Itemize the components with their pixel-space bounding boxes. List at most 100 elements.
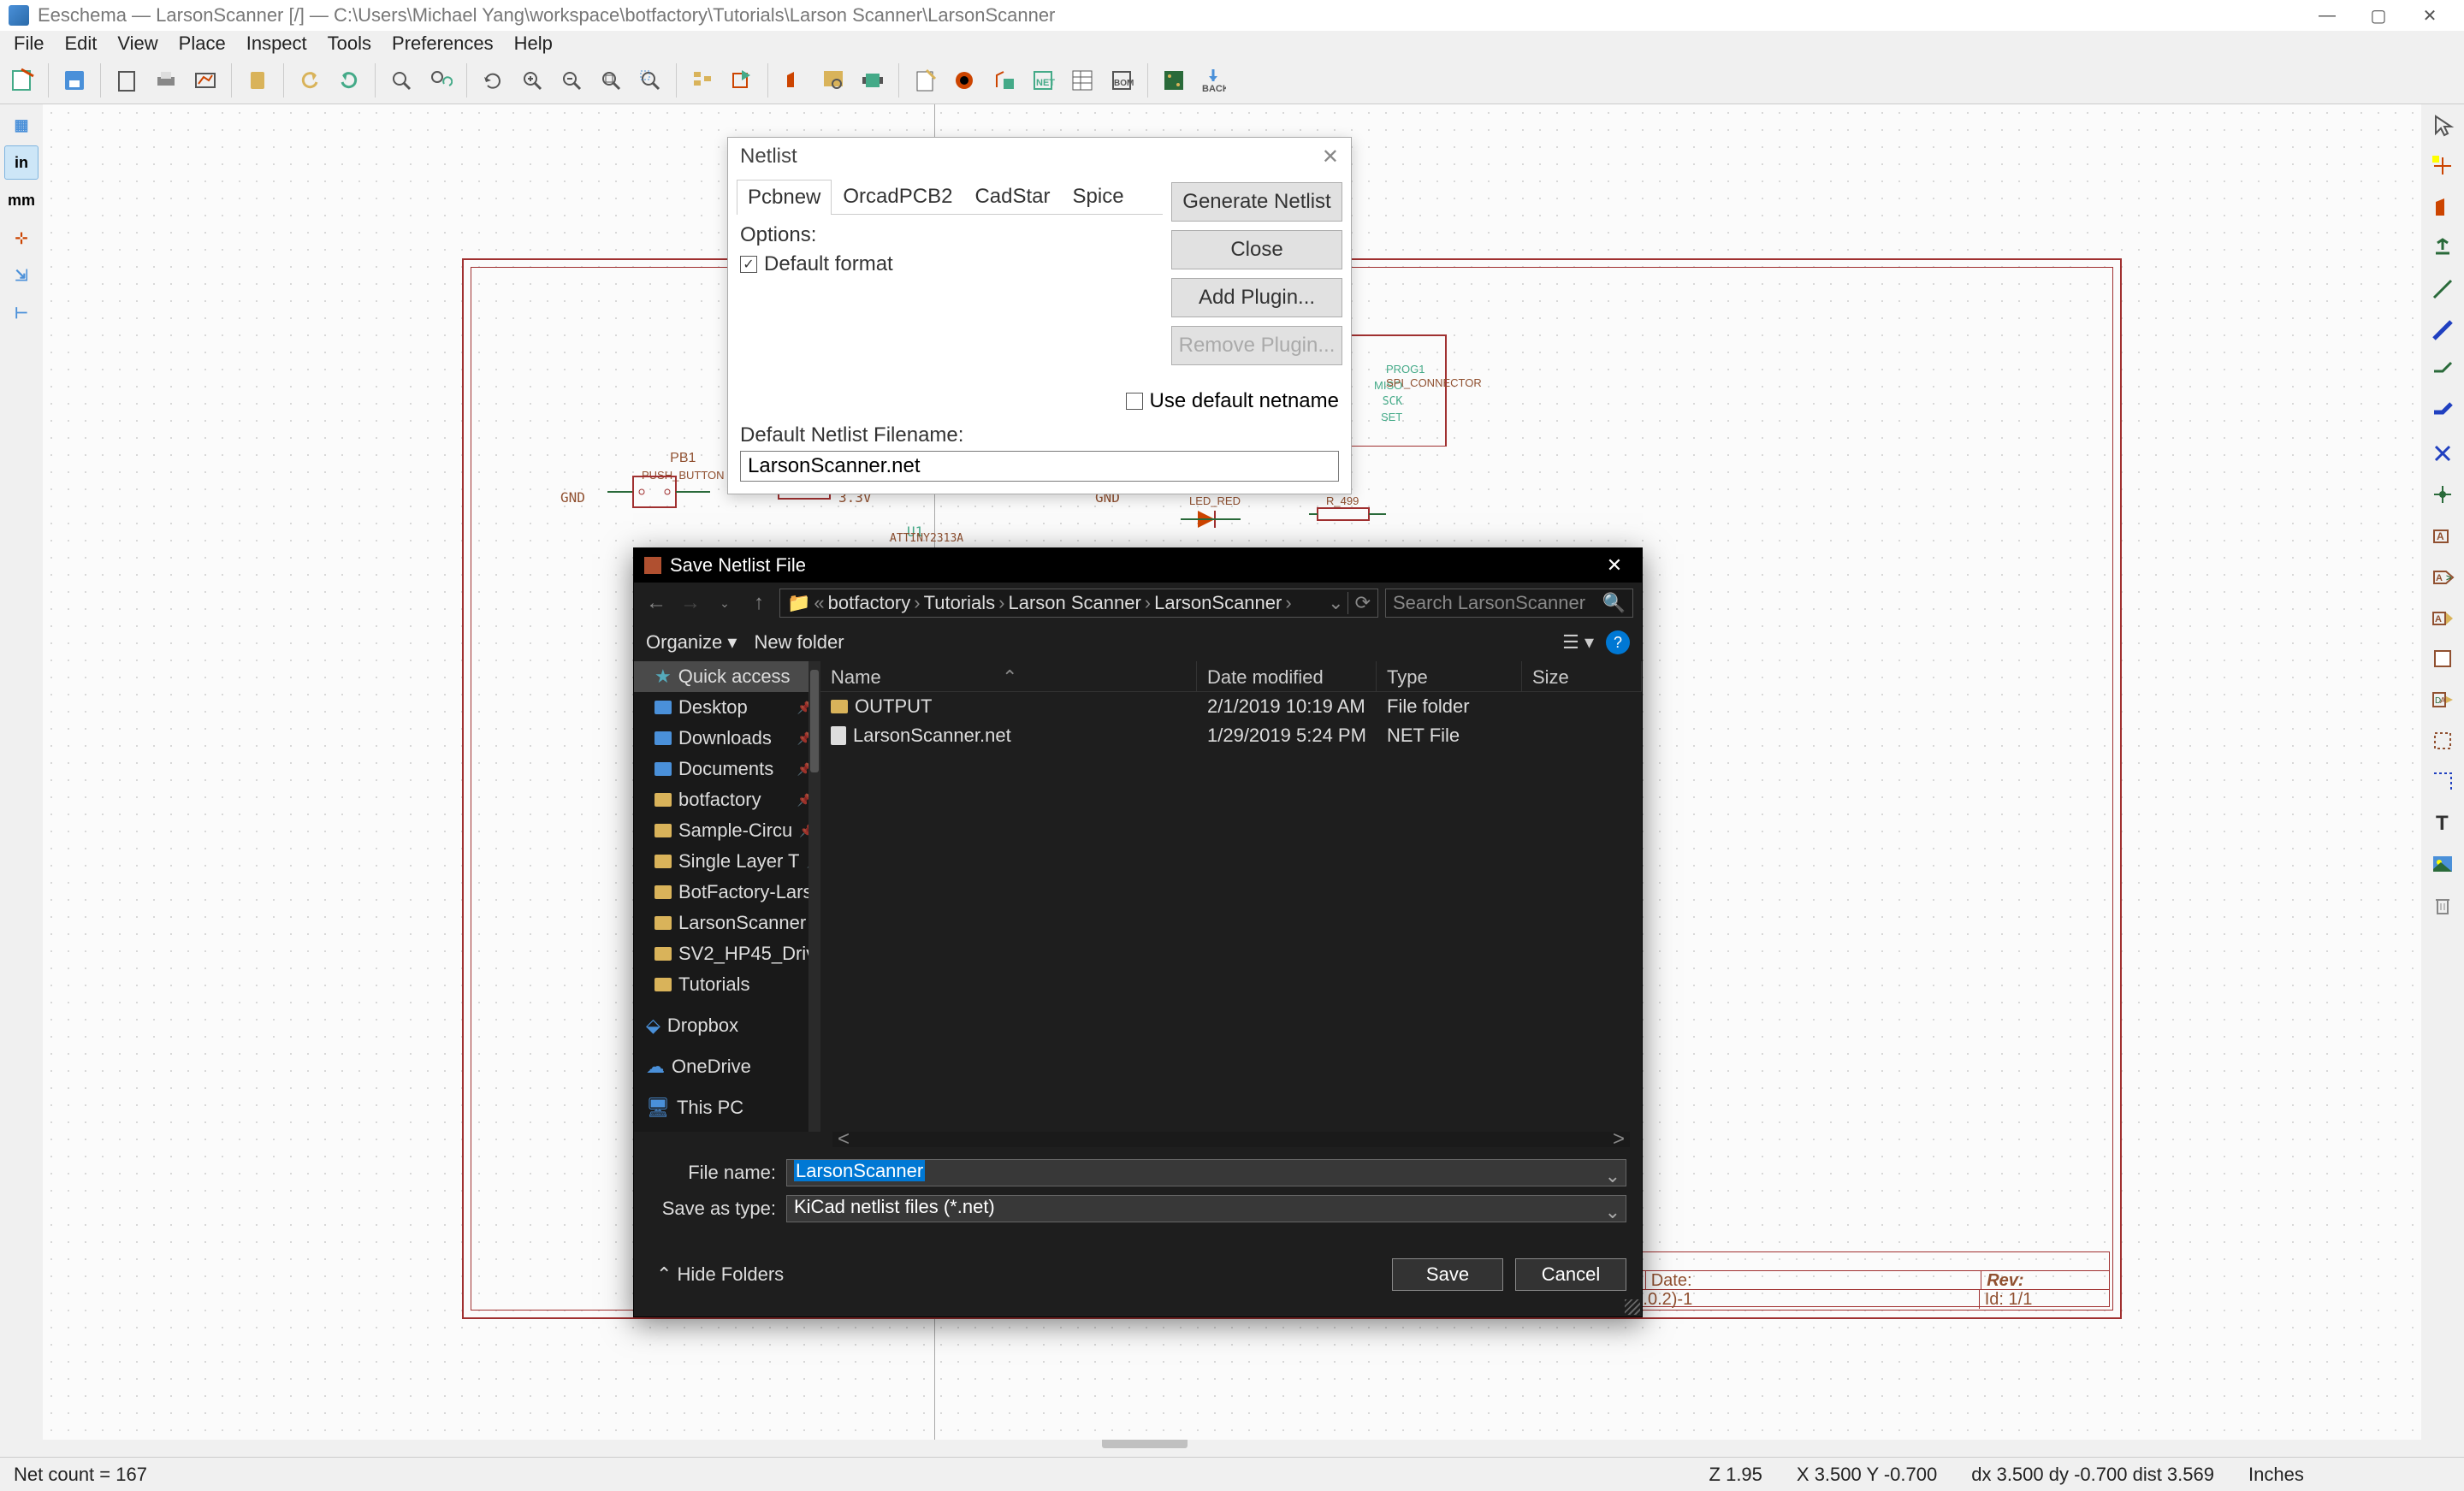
organize-menu[interactable]: Organize ▾ (646, 631, 737, 654)
redo-icon[interactable] (332, 63, 366, 98)
find-replace-icon[interactable] (424, 63, 458, 98)
zoom-out-icon[interactable] (554, 63, 589, 98)
footprint-editor-icon[interactable] (856, 63, 890, 98)
assign-footprints-icon[interactable] (986, 63, 1021, 98)
col-size[interactable]: Size (1522, 661, 1642, 691)
tree-thispc[interactable]: 🖥This PC (634, 1092, 820, 1123)
symbol-fields-icon[interactable] (1065, 63, 1099, 98)
refresh-icon[interactable]: ⟳ (1348, 592, 1371, 614)
place-junction-icon[interactable] (2426, 477, 2460, 512)
import-footprints-icon[interactable]: BACK (1196, 63, 1230, 98)
menu-edit[interactable]: Edit (54, 29, 107, 58)
place-bus-to-bus-icon[interactable] (2426, 395, 2460, 429)
default-format-checkbox[interactable]: ✓ (740, 256, 757, 273)
tab-orcad[interactable]: OrcadPCB2 (832, 179, 963, 214)
menu-view[interactable]: View (107, 29, 168, 58)
tree-botfactory[interactable]: botfactory (634, 784, 820, 815)
nav-back-icon[interactable]: ← (643, 589, 670, 617)
erc-icon[interactable] (947, 63, 981, 98)
window-close-button[interactable]: ✕ (2404, 0, 2455, 31)
menu-tools[interactable]: Tools (317, 29, 382, 58)
tree-dropbox[interactable]: ⬙Dropbox (634, 1010, 820, 1041)
tree-larsonscanner[interactable]: LarsonScanner (634, 908, 820, 938)
place-noconnect-icon[interactable] (2426, 436, 2460, 470)
folder-tree[interactable]: ★Quick access Desktop Downloads Document… (634, 661, 820, 1132)
place-power-icon[interactable] (2426, 231, 2460, 265)
save-button[interactable]: Save (1392, 1258, 1503, 1291)
delete-tool-icon[interactable] (2426, 888, 2460, 922)
grid-toggle-icon[interactable]: ▦ (4, 108, 38, 142)
search-input[interactable]: Search LarsonScanner 🔍 (1385, 589, 1633, 618)
tab-spice[interactable]: Spice (1062, 179, 1135, 214)
new-schematic-icon[interactable] (5, 63, 39, 98)
tree-scrollbar[interactable] (808, 661, 820, 1132)
maximize-button[interactable]: ▢ (2353, 0, 2404, 31)
netlist-close-icon[interactable]: ✕ (1322, 145, 1339, 169)
menu-preferences[interactable]: Preferences (382, 29, 504, 58)
breadcrumb-item[interactable]: Tutorials (924, 592, 996, 614)
file-list[interactable]: Name ⌃ Date modified Type Size OUTPUT 2/… (820, 661, 1642, 1132)
place-symbol-icon[interactable] (2426, 190, 2460, 224)
tree-sample[interactable]: Sample-Circu (634, 815, 820, 846)
chevron-down-icon[interactable]: ⌄ (1605, 1165, 1620, 1187)
menu-place[interactable]: Place (169, 29, 236, 58)
place-text-icon[interactable]: T (2426, 806, 2460, 840)
leave-sheet-icon[interactable] (725, 63, 759, 98)
files-horizontal-scrollbar[interactable]: <> (832, 1132, 1630, 1147)
hierarchy-icon[interactable] (685, 63, 720, 98)
place-image-icon[interactable] (2426, 847, 2460, 881)
import-sheet-pin-icon[interactable]: DA (2426, 683, 2460, 717)
tree-documents[interactable]: Documents (634, 754, 820, 784)
zoom-in-icon[interactable] (515, 63, 549, 98)
units-mm-button[interactable]: mm (4, 183, 38, 217)
save-icon[interactable] (57, 63, 92, 98)
close-button[interactable]: Close (1171, 230, 1342, 269)
netlist-icon[interactable]: NET (1026, 63, 1060, 98)
symbol-browser-icon[interactable] (816, 63, 850, 98)
breadcrumb-item[interactable]: LarsonScanner (1154, 592, 1282, 614)
zoom-selection-icon[interactable] (633, 63, 667, 98)
tree-single[interactable]: Single Layer T (634, 846, 820, 877)
plot-icon[interactable] (188, 63, 222, 98)
nav-recent-icon[interactable]: ⌄ (711, 589, 738, 617)
refresh-icon[interactable] (476, 63, 510, 98)
add-plugin-button[interactable]: Add Plugin... (1171, 278, 1342, 317)
minimize-button[interactable]: — (2301, 0, 2353, 31)
file-row[interactable]: OUTPUT 2/1/2019 10:19 AM File folder (820, 692, 1642, 721)
file-name-input[interactable]: LarsonScanner⌄ (786, 1159, 1626, 1186)
menu-help[interactable]: Help (504, 29, 563, 58)
help-icon[interactable]: ? (1606, 630, 1630, 654)
file-row[interactable]: LarsonScanner.net 1/29/2019 5:24 PM NET … (820, 721, 1642, 750)
tree-sv2[interactable]: SV2_HP45_Drive (634, 938, 820, 969)
menu-inspect[interactable]: Inspect (236, 29, 317, 58)
zoom-fit-icon[interactable] (594, 63, 628, 98)
breadcrumb-item[interactable]: Larson Scanner (1008, 592, 1140, 614)
tree-larson-bot[interactable]: BotFactory-Lars (634, 877, 820, 908)
place-wire-icon[interactable] (2426, 272, 2460, 306)
save-type-select[interactable]: KiCad netlist files (*.net)⌄ (786, 1195, 1626, 1222)
place-sheet-icon[interactable] (2426, 642, 2460, 676)
default-filename-input[interactable] (740, 451, 1339, 482)
hidden-pins-icon[interactable]: ⇲ (4, 258, 38, 293)
tree-tutorials[interactable]: Tutorials (634, 969, 820, 1000)
tree-onedrive[interactable]: ☁OneDrive (634, 1051, 820, 1082)
annotate-icon[interactable] (908, 63, 942, 98)
menu-file[interactable]: File (3, 29, 54, 58)
place-hier-label-icon[interactable]: A (2426, 601, 2460, 635)
col-type[interactable]: Type (1377, 661, 1522, 691)
select-tool-icon[interactable] (2426, 108, 2460, 142)
view-options-icon[interactable]: ☰ ▾ (1562, 631, 1594, 654)
generate-netlist-button[interactable]: Generate Netlist (1171, 182, 1342, 222)
place-graphic-line-icon[interactable] (2426, 765, 2460, 799)
chevron-down-icon[interactable]: ⌄ (1605, 1201, 1620, 1223)
tree-desktop[interactable]: Desktop (634, 692, 820, 723)
find-icon[interactable] (384, 63, 418, 98)
cancel-button[interactable]: Cancel (1515, 1258, 1626, 1291)
units-inches-button[interactable]: in (4, 145, 38, 180)
symbol-editor-icon[interactable] (777, 63, 811, 98)
breadcrumb-item[interactable]: botfactory (828, 592, 911, 614)
resize-grip[interactable] (1625, 1299, 1640, 1315)
tree-downloads[interactable]: Downloads (634, 723, 820, 754)
tab-pcbnew[interactable]: Pcbnew (737, 180, 832, 215)
bom-icon[interactable]: BOM (1105, 63, 1139, 98)
